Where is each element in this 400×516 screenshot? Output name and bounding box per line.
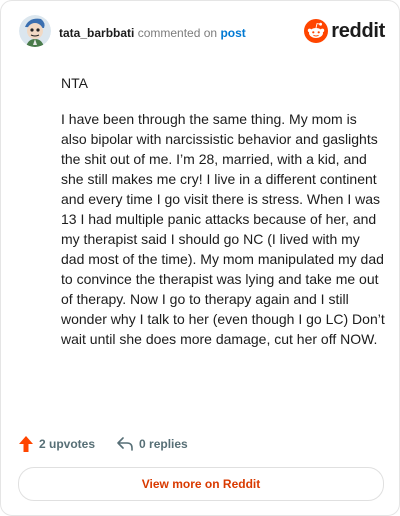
upvote-button[interactable]: 2 upvotes bbox=[19, 436, 95, 452]
reply-arrow-icon bbox=[117, 437, 133, 451]
comment-paragraph: I have been through the same thing. My m… bbox=[61, 111, 385, 347]
comment-paragraph: NTA bbox=[61, 75, 88, 91]
upvote-count: 2 upvotes bbox=[39, 437, 96, 451]
comment-meta: tata_barbbati commented on post bbox=[59, 25, 246, 41]
username-link[interactable]: tata_barbbati bbox=[59, 26, 134, 40]
commented-on-text: commented on bbox=[137, 26, 218, 40]
embedded-comment-card: tata_barbbati commented on post reddit N… bbox=[0, 0, 400, 516]
reply-count: 0 replies bbox=[139, 437, 188, 451]
upvote-arrow-icon bbox=[19, 436, 33, 452]
reddit-logo[interactable]: reddit bbox=[304, 18, 385, 44]
reddit-snoo-icon bbox=[304, 19, 329, 43]
post-link[interactable]: post bbox=[220, 26, 245, 40]
avatar-icon bbox=[19, 15, 51, 47]
view-more-button[interactable]: View more on Reddit bbox=[18, 467, 384, 501]
reply-button[interactable]: 0 replies bbox=[117, 437, 188, 451]
reddit-wordmark: reddit bbox=[331, 19, 385, 42]
comment-actions: 2 upvotes 0 replies bbox=[19, 434, 188, 454]
comment-header: tata_barbbati commented on post reddit bbox=[19, 15, 385, 51]
comment-body: NTA I have been through the same thing. … bbox=[61, 73, 385, 349]
user-avatar[interactable] bbox=[19, 15, 51, 47]
